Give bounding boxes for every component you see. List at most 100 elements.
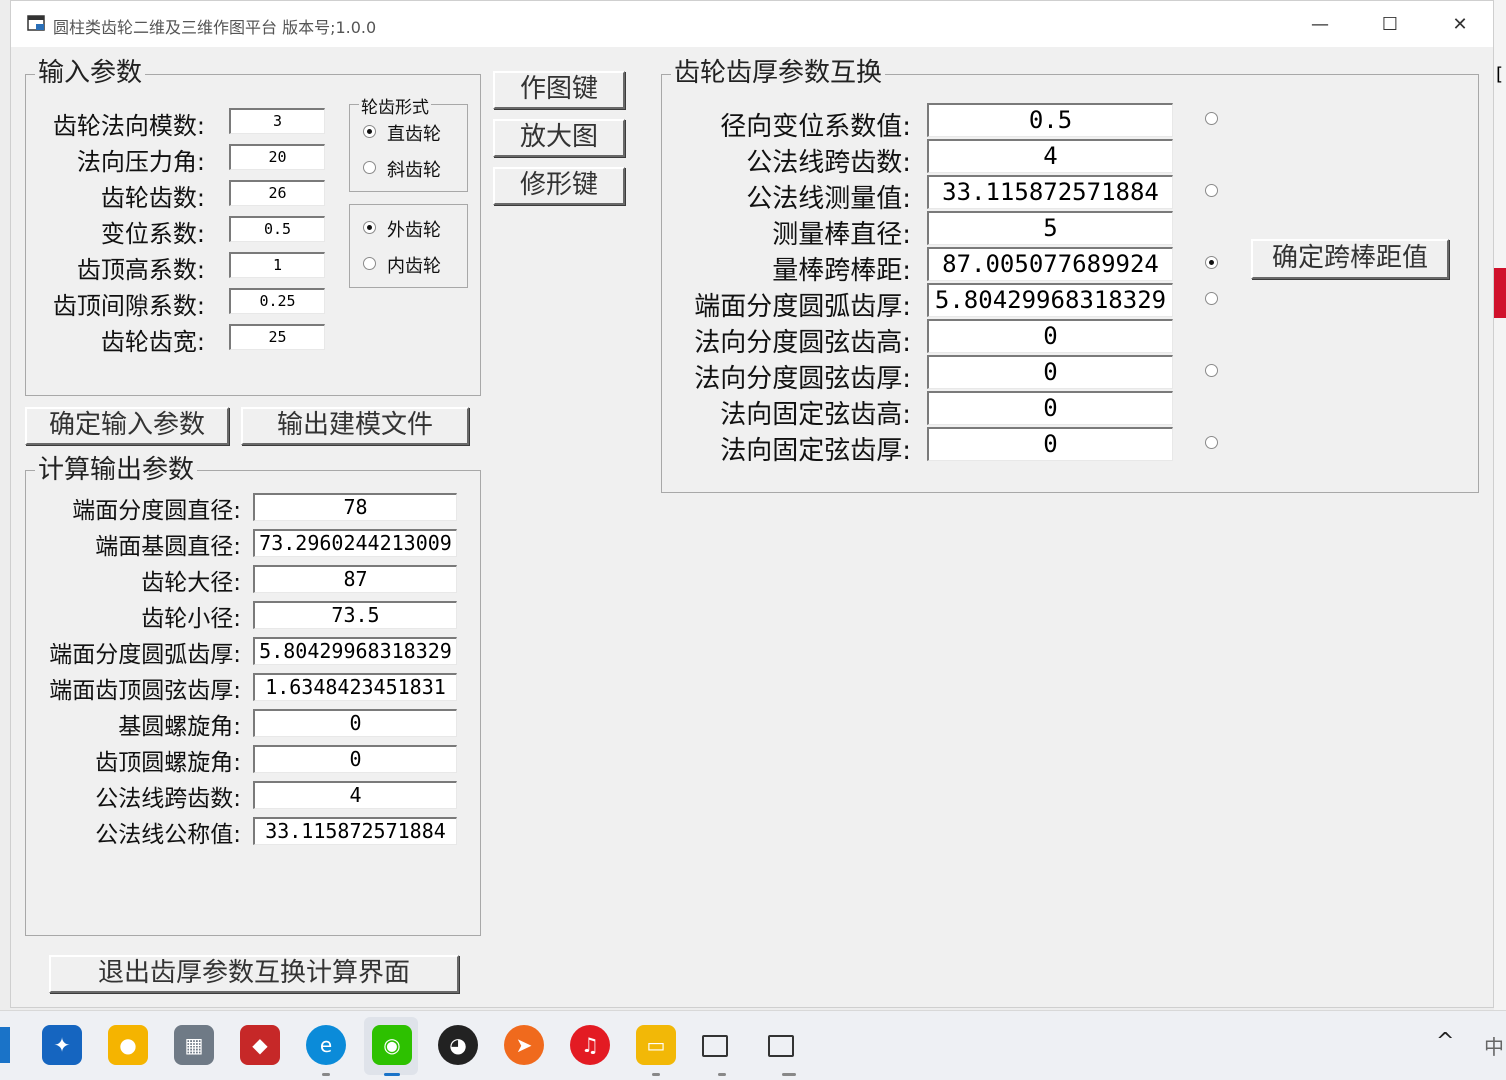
tip-helix-angle-label: 齿顶圆螺旋角: — [95, 750, 241, 776]
window-app-icon — [27, 15, 45, 31]
teeth-count-label: 齿轮齿数: — [100, 184, 205, 212]
span-teeth-output[interactable]: 4 — [253, 781, 457, 809]
radial-shift-label: 径向变位系数值: — [720, 112, 911, 142]
addendum-coef-label: 齿顶高系数: — [76, 256, 205, 284]
desktop-edge: [ — [1494, 0, 1506, 1010]
pitch-diameter-label: 端面分度圆直径: — [72, 498, 241, 524]
edge-icon[interactable]: e — [306, 1025, 346, 1065]
arc-thickness-exchange-input[interactable]: 5.80429968318329 — [927, 283, 1173, 317]
base-helix-angle-output[interactable]: 0 — [253, 709, 457, 737]
face-width-label: 齿轮齿宽: — [100, 328, 205, 356]
window-app-active-dot — [782, 1073, 796, 1076]
window-app-running-dot — [718, 1073, 726, 1076]
pressure-angle-input[interactable]: 20 — [229, 144, 325, 170]
span-teeth-label: 公法线跨齿数: — [95, 786, 241, 812]
root-diameter-output[interactable]: 73.5 — [253, 601, 457, 629]
helical-gear-label: 斜齿轮 — [387, 160, 441, 181]
window-app-icon[interactable] — [768, 1035, 794, 1057]
clearance-coef-input[interactable]: 0.25 — [229, 288, 325, 314]
desktop-glyph: [ — [1496, 64, 1504, 85]
outer-diameter-label: 齿轮大径: — [141, 570, 241, 596]
modify-button[interactable]: 修形键 — [493, 167, 625, 205]
fixed-chord-height-input[interactable]: 0 — [927, 391, 1173, 425]
calculator-icon[interactable]: ▦ — [174, 1025, 214, 1065]
close-button[interactable]: ✕ — [1425, 1, 1495, 47]
main-window: 圆柱类齿轮二维及三维作图平台 版本号;1.0.0 — ☐ ✕ 输入参数 齿轮法向… — [10, 0, 1494, 1008]
span-measured-input[interactable]: 33.115872571884 — [927, 175, 1173, 209]
tip-helix-angle-output[interactable]: 0 — [253, 745, 457, 773]
tooth-form-title: 轮齿形式 — [359, 93, 431, 118]
span-measured-radio[interactable] — [1205, 184, 1218, 197]
fixed-chord-thickness-radio[interactable] — [1205, 436, 1218, 449]
arc-thickness-radio[interactable] — [1205, 292, 1218, 305]
window-app-icon[interactable] — [702, 1035, 728, 1057]
app-icon[interactable]: ✦ — [42, 1025, 82, 1065]
pitch-arc-thickness-label: 端面分度圆弧齿厚: — [49, 642, 241, 668]
over-pins-label: 量棒跨棒距: — [772, 256, 911, 286]
clearance-coef-label: 齿顶间隙系数: — [52, 292, 205, 320]
netease-music-icon[interactable]: ♫ — [570, 1025, 610, 1065]
exit-button[interactable]: 退出齿厚参数互换计算界面 — [49, 955, 459, 993]
shift-coef-label: 变位系数: — [100, 220, 205, 248]
taskbar: ✦ ● ▦ ◆ e ◉ ◕ ➤ ♫ ▭ ^ 中 — [0, 1010, 1506, 1080]
external-gear-radio[interactable] — [363, 221, 376, 234]
spur-gear-radio[interactable] — [363, 125, 376, 138]
base-diameter-label: 端面基圆直径: — [95, 534, 241, 560]
chord-height-input[interactable]: 0 — [927, 319, 1173, 353]
span-teeth-exchange-input[interactable]: 4 — [927, 139, 1173, 173]
client-area: 输入参数 齿轮法向模数: 3 法向压力角: 20 齿轮齿数: 26 变位系数: … — [11, 47, 1493, 1007]
minimize-button[interactable]: — — [1285, 1, 1355, 47]
maximize-button[interactable]: ☐ — [1355, 1, 1425, 47]
pin-diameter-input[interactable]: 5 — [927, 211, 1173, 245]
teeth-count-input[interactable]: 26 — [229, 180, 325, 206]
pin-diameter-label: 测量棒直径: — [772, 220, 911, 250]
addendum-coef-input[interactable]: 1 — [229, 252, 325, 278]
qq-icon[interactable]: ◕ — [438, 1025, 478, 1065]
tip-chord-thickness-label: 端面齿顶圆弦齿厚: — [49, 678, 241, 704]
fixed-chord-thickness-input[interactable]: 0 — [927, 427, 1173, 461]
root-diameter-label: 齿轮小径: — [141, 606, 241, 632]
export-model-button[interactable]: 输出建模文件 — [241, 407, 469, 445]
outer-diameter-output[interactable]: 87 — [253, 565, 457, 593]
wechat-icon[interactable]: ◉ — [372, 1025, 412, 1065]
thickness-exchange-title: 齿轮齿厚参数互换 — [671, 59, 886, 87]
zoom-button[interactable]: 放大图 — [493, 119, 625, 157]
ime-indicator[interactable]: 中 — [1484, 1031, 1504, 1060]
tip-chord-thickness-output[interactable]: 1.6348423451831 — [253, 673, 457, 701]
over-pins-input[interactable]: 87.005077689924 — [927, 247, 1173, 281]
radial-shift-radio[interactable] — [1205, 112, 1218, 125]
output-params-title: 计算输出参数 — [35, 456, 198, 484]
chord-thickness-radio[interactable] — [1205, 364, 1218, 377]
radial-shift-input[interactable]: 0.5 — [927, 103, 1173, 137]
browser-icon[interactable]: ◆ — [240, 1025, 280, 1065]
start-edge[interactable] — [0, 1027, 10, 1063]
input-params-title: 输入参数 — [35, 59, 146, 87]
pitch-arc-thickness-output[interactable]: 5.80429968318329 — [253, 637, 457, 665]
base-diameter-output[interactable]: 73.2960244213009 — [253, 529, 457, 557]
paint-icon[interactable]: ● — [108, 1025, 148, 1065]
external-gear-label: 外齿轮 — [387, 220, 441, 241]
over-pins-radio[interactable] — [1205, 256, 1218, 269]
chord-thickness-input[interactable]: 0 — [927, 355, 1173, 389]
face-width-input[interactable]: 25 — [229, 324, 325, 350]
title-bar[interactable]: 圆柱类齿轮二维及三维作图平台 版本号;1.0.0 — ☐ ✕ — [11, 1, 1493, 47]
fixed-chord-thickness-label: 法向固定弦齿厚: — [720, 436, 911, 466]
chord-height-label: 法向分度圆弦齿高: — [694, 328, 911, 358]
fixed-chord-height-label: 法向固定弦齿高: — [720, 400, 911, 430]
helical-gear-radio[interactable] — [363, 161, 376, 174]
span-teeth-exchange-label: 公法线跨齿数: — [746, 148, 911, 178]
file-explorer-icon[interactable]: ▭ — [636, 1025, 676, 1065]
confirm-input-button[interactable]: 确定输入参数 — [25, 407, 229, 445]
confirm-span-button[interactable]: 确定跨棒距值 — [1251, 239, 1449, 279]
span-nominal-output[interactable]: 33.115872571884 — [253, 817, 457, 845]
chevron-up-icon[interactable]: ^ — [1436, 1029, 1454, 1054]
spur-gear-label: 直齿轮 — [387, 124, 441, 145]
shift-coef-input[interactable]: 0.5 — [229, 216, 325, 242]
pitch-diameter-output[interactable]: 78 — [253, 493, 457, 521]
chord-thickness-label: 法向分度圆弦齿厚: — [694, 364, 911, 394]
module-label: 齿轮法向模数: — [52, 112, 205, 140]
module-input[interactable]: 3 — [229, 108, 325, 134]
plot-button[interactable]: 作图键 — [493, 71, 625, 109]
internal-gear-radio[interactable] — [363, 257, 376, 270]
game-icon[interactable]: ➤ — [504, 1025, 544, 1065]
